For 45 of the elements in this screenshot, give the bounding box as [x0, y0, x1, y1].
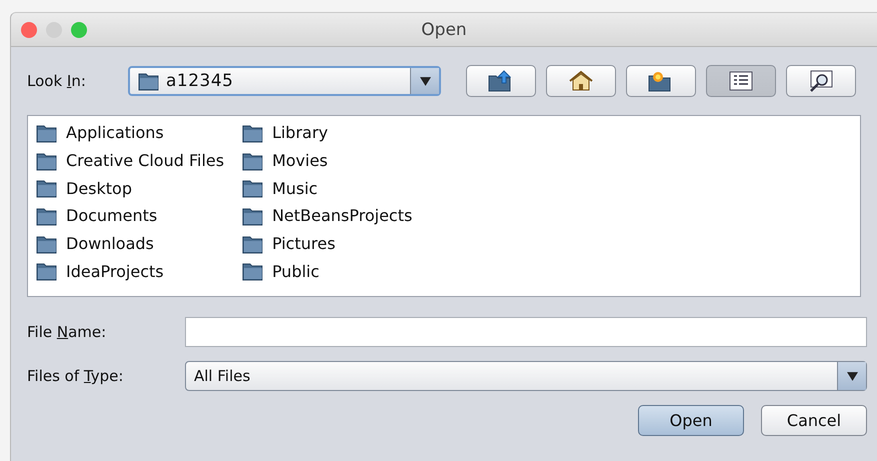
look-in-value: a12345	[166, 71, 234, 91]
new-folder-button[interactable]	[626, 65, 696, 97]
look-in-label: Look In:	[27, 72, 87, 90]
file-name-label: File Name:	[27, 323, 108, 341]
folder-item[interactable]: Desktop	[66, 178, 132, 198]
folder-icon	[36, 122, 58, 143]
folder-icon	[242, 122, 264, 143]
folder-icon	[36, 178, 58, 198]
folder-icon	[242, 261, 264, 282]
details-view-button[interactable]	[786, 65, 856, 97]
list-view-icon	[729, 71, 753, 91]
home-button[interactable]	[546, 65, 616, 97]
folder-item[interactable]: Downloads	[66, 234, 154, 254]
folder-icon	[36, 234, 58, 254]
folder-item[interactable]: Pictures	[272, 234, 336, 254]
folder-item[interactable]: Documents	[66, 206, 158, 226]
file-type-label: Files of Type:	[27, 367, 124, 385]
folder-item[interactable]: Movies	[272, 151, 328, 170]
folder-item[interactable]: IdeaProjects	[66, 262, 164, 281]
folder-icon	[138, 71, 160, 91]
home-icon	[568, 70, 594, 92]
up-folder-button[interactable]	[466, 65, 536, 97]
window-title: Open	[421, 20, 467, 40]
file-type-dropdown[interactable]: All Files	[185, 361, 867, 391]
folder-icon	[242, 178, 264, 198]
folder-icon	[36, 206, 58, 226]
folder-icon	[36, 261, 58, 282]
folder-item[interactable]: Applications	[66, 123, 164, 142]
folder-icon	[242, 234, 264, 254]
look-in-dropdown[interactable]: a12345	[128, 66, 441, 96]
list-view-button[interactable]	[706, 65, 776, 97]
folder-item[interactable]: Public	[272, 262, 320, 281]
folder-icon	[242, 150, 264, 171]
magnifier-icon	[808, 70, 834, 92]
folder-item[interactable]: Music	[272, 178, 318, 198]
folder-item[interactable]: Creative Cloud Files	[66, 151, 224, 170]
file-name-field[interactable]	[185, 317, 867, 347]
dialog-button[interactable]: Cancel	[761, 405, 867, 436]
file-type-value: All Files	[194, 367, 250, 385]
default-button[interactable]: Open	[638, 405, 744, 436]
folder-item[interactable]: Library	[272, 123, 328, 142]
folder-item[interactable]: NetBeansProjects	[272, 206, 412, 226]
folder-up-arrow-icon	[488, 70, 514, 92]
folder-icon	[242, 206, 264, 226]
folder-icon	[36, 150, 58, 171]
